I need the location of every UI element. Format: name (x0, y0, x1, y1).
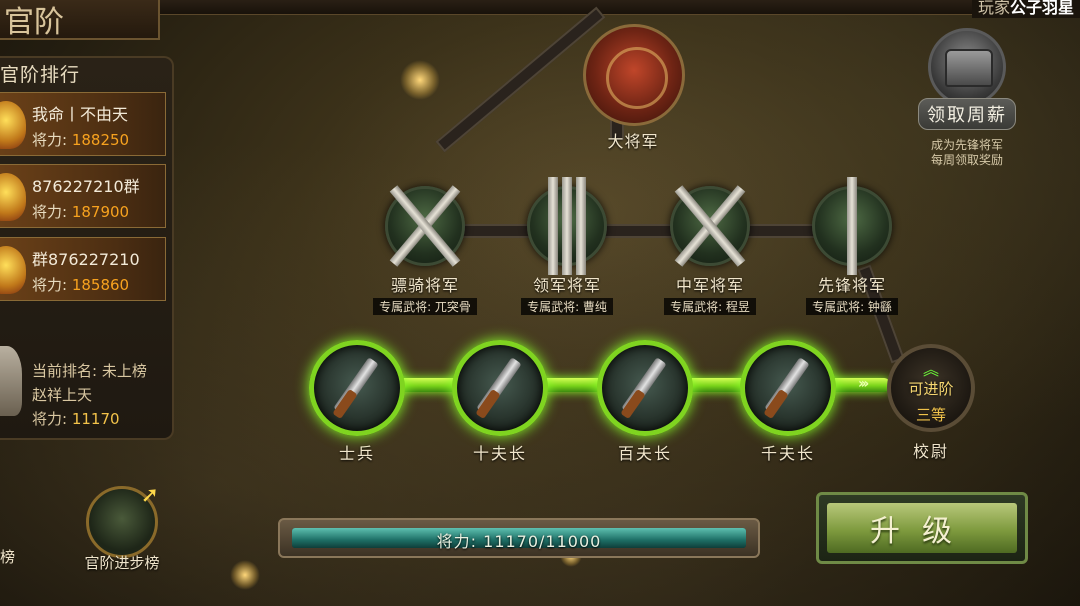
tier-officer[interactable]: 百夫长 (590, 340, 700, 464)
chevrons-icon: ››› (858, 376, 869, 392)
rank-badge-icon (0, 246, 26, 294)
tier-label: 千夫长 (760, 444, 815, 463)
tier-label: 先锋将军 (817, 276, 886, 295)
tier-label: 中军将军 (675, 276, 744, 295)
note-line: 成为先锋将军 (930, 138, 1003, 152)
tier-general[interactable]: 骠骑将军 专属武将: 兀突骨 (370, 185, 480, 315)
power-value: 188250 (71, 131, 130, 149)
ranking-item-power: 将力: 187900 (32, 201, 129, 222)
upgrade-button[interactable]: 升级 (816, 492, 1028, 564)
tier-label: 士兵 (338, 444, 375, 463)
tier-exclusive-general: 专属武将: 钟繇 (806, 298, 898, 315)
tier-general[interactable]: 先锋将军 专属武将: 钟繇 (797, 177, 907, 315)
ranking-item-name: 群876227210 (32, 250, 140, 269)
tier-officer[interactable]: 十夫长 (445, 340, 555, 464)
sickle-icon (309, 340, 405, 436)
broadsword-icon (740, 340, 836, 436)
weekly-salary-button[interactable]: 领取周薪 成为先锋将军 每周领取奖励 (908, 28, 1026, 168)
light-spark (400, 60, 440, 100)
my-avatar (0, 346, 22, 416)
ranking-item-power: 将力: 188250 (32, 129, 129, 150)
rank-badge-icon (0, 173, 26, 221)
crossed-swords-icon (670, 185, 750, 267)
power-label: 将力: (32, 131, 68, 149)
advance-ranking-button[interactable]: ➚ 官阶进步榜 (70, 483, 174, 573)
advance-ranking-label: 官阶进步榜 (84, 554, 160, 572)
triple-swords-icon (527, 177, 607, 275)
power-value: 11170 (71, 410, 120, 428)
crossed-swords-icon: ➚ (86, 483, 159, 558)
my-power: 将力: 11170 (32, 408, 120, 429)
weekly-salary-label: 领取周薪 (918, 98, 1016, 130)
power-label: 将力: (32, 276, 68, 294)
next-tier-emblem: ︽ 可进阶 三等 (887, 344, 975, 432)
player-prefix: 玩家 (977, 0, 1010, 17)
tier-general[interactable]: 领军将军 专属武将: 曹纯 (512, 177, 622, 315)
ranking-item-power: 将力: 185860 (32, 274, 129, 295)
can-advance-tag: 可进阶 (908, 380, 954, 398)
upgrade-label: 升级 (827, 503, 1017, 553)
player-name-tag: 玩家公子羽星 (971, 0, 1080, 18)
up-arrow-icon: ➚ (140, 483, 159, 508)
tier-next[interactable]: ︽ 可进阶 三等 校尉 (876, 344, 986, 462)
tier-label: 大将军 (607, 132, 659, 151)
progress-text: 将力: 11170/11000 (436, 532, 602, 551)
tier-general[interactable]: 中军将军 专属武将: 程昱 (655, 185, 765, 315)
power-label: 将力: (32, 410, 68, 428)
tier-label: 十夫长 (472, 444, 527, 463)
path-bar (435, 6, 606, 153)
my-name: 赵祥上天 (32, 386, 93, 404)
crossed-swords-icon (385, 185, 465, 267)
single-sword-icon (812, 177, 892, 275)
tier-officer[interactable]: 千夫长 (733, 340, 843, 464)
light-spark (230, 560, 260, 590)
page-title: 官阶 (0, 0, 160, 40)
advance-arrow-icon: ︽ (922, 360, 939, 379)
ranking-item-name: 我命丨不由天 (32, 105, 129, 124)
power-progress-bar: 将力: 11170/11000 (278, 518, 760, 558)
ranking-item-name: 876227210群 (32, 177, 140, 196)
pickaxe-icon (597, 340, 693, 436)
note-line: 每周领取奖励 (930, 153, 1003, 167)
ranking-title: 官阶排行 (0, 64, 81, 86)
tier-label: 领军将军 (532, 276, 601, 295)
tier-label: 校尉 (912, 442, 949, 461)
ranking-item[interactable]: 群876227210 将力: 185860 (0, 237, 166, 301)
my-rank-text: 当前排名: 未上榜 (32, 362, 147, 380)
power-label: 将力: (32, 203, 68, 221)
rank-badge-icon (0, 101, 26, 149)
ranking-item[interactable]: 876227210群 将力: 187900 (0, 164, 166, 228)
dagger-icon (452, 340, 548, 436)
tier-label: 百夫长 (617, 444, 672, 463)
top-bar (160, 0, 1080, 15)
next-grade: 三等 (915, 406, 946, 424)
player-name: 公子羽星 (1009, 0, 1074, 17)
tier-exclusive-general: 专属武将: 程昱 (664, 298, 756, 315)
tier-exclusive-general: 专属武将: 兀突骨 (373, 298, 477, 315)
great-general-emblem-icon (583, 24, 685, 126)
treasure-chest-icon (928, 28, 1006, 106)
tier-soldier[interactable]: 士兵 (302, 340, 412, 464)
power-value: 185860 (71, 276, 130, 294)
edge-ranking-label[interactable]: 榜 (0, 546, 15, 567)
weekly-salary-note: 成为先锋将军 每周领取奖励 (908, 138, 1026, 168)
tier-label: 骠骑将军 (390, 276, 459, 295)
power-value: 187900 (71, 203, 130, 221)
tier-exclusive-general: 专属武将: 曹纯 (521, 298, 613, 315)
tier-great-general[interactable]: 大将军 (583, 24, 685, 152)
ranking-item[interactable]: 我命丨不由天 将力: 188250 (0, 92, 166, 156)
